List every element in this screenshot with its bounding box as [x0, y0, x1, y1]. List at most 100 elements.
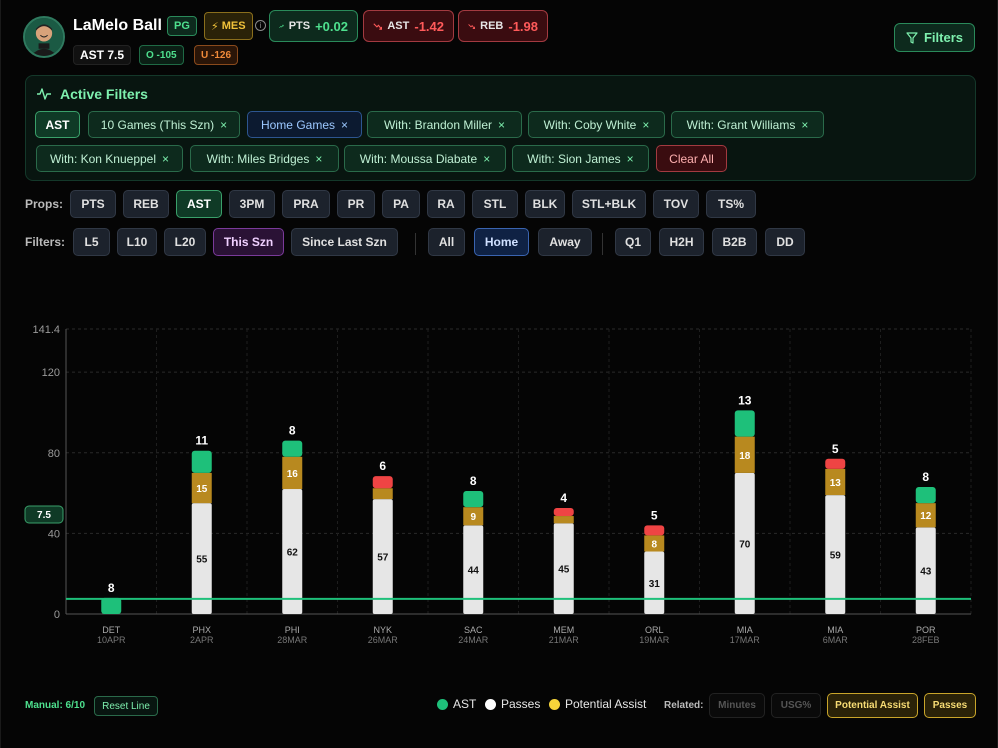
- bar-label-potential-assist: 15: [196, 484, 208, 495]
- filter-location-home[interactable]: Home: [474, 228, 529, 256]
- filter-chip-with-sion-james[interactable]: With: Sion James ×: [512, 145, 649, 172]
- filter-chip-with-kon-knueppel[interactable]: With: Kon Knueppel ×: [36, 145, 183, 172]
- prop-tab-ts[interactable]: TS%: [706, 190, 756, 218]
- mes-badge-label: MES: [221, 20, 246, 32]
- filter-range-l5[interactable]: L5: [73, 228, 110, 256]
- remove-filter-icon[interactable]: ×: [483, 152, 490, 166]
- prop-tab-stl-blk[interactable]: STL+BLK: [572, 190, 646, 218]
- related-potential-assist-button[interactable]: Potential Assist: [827, 693, 918, 718]
- trend-label: PTS: [288, 20, 311, 32]
- player-header: LaMelo Ball PG ⚡ MES i PTS +0.02 AST -1.…: [23, 10, 975, 66]
- prop-tab-pa[interactable]: PA: [382, 190, 420, 218]
- mes-badge[interactable]: ⚡ MES: [204, 12, 253, 40]
- legend-ast[interactable]: AST: [437, 697, 476, 711]
- x-tick-team: PHX: [192, 625, 211, 635]
- remove-filter-icon[interactable]: ×: [341, 118, 348, 132]
- prop-tab-ra[interactable]: RA: [427, 190, 465, 218]
- filter-chip-10-games-this-szn[interactable]: 10 Games (This Szn) ×: [88, 111, 240, 138]
- remove-filter-icon[interactable]: ×: [220, 118, 227, 132]
- bar-segment-ast: [463, 491, 484, 508]
- legend-label: AST: [453, 697, 477, 711]
- player-avatar[interactable]: [23, 16, 65, 58]
- x-tick-team: PHI: [285, 625, 300, 635]
- bar-label-passes: 31: [649, 579, 661, 590]
- prop-tab-tov[interactable]: TOV: [653, 190, 699, 218]
- filter-chip-label: With: Grant Williams: [686, 117, 796, 132]
- filter-situation-b2b[interactable]: B2B: [712, 228, 757, 256]
- x-tick-team: POR: [916, 625, 936, 635]
- filter-chip-with-miles-bridges[interactable]: With: Miles Bridges ×: [190, 145, 339, 172]
- under-odds[interactable]: U -126: [194, 45, 239, 65]
- filter-range-l10[interactable]: L10: [117, 228, 157, 256]
- bar-segment-ast: [101, 597, 122, 614]
- filter-chip-with-moussa-diabate[interactable]: With: Moussa Diabate ×: [344, 145, 506, 172]
- trend-reb[interactable]: REB -1.98: [458, 10, 548, 42]
- prop-tab-ast[interactable]: AST: [176, 190, 222, 218]
- filters-label: Filters:: [25, 235, 66, 249]
- x-tick-date: 19MAR: [639, 635, 670, 645]
- prop-tab-pts[interactable]: PTS: [70, 190, 116, 218]
- remove-filter-icon[interactable]: ×: [801, 118, 808, 132]
- filter-chip-label: With: Sion James: [527, 151, 621, 166]
- remove-filter-icon[interactable]: ×: [498, 118, 505, 132]
- legend-label: Passes: [501, 697, 541, 711]
- filters-divider: [415, 233, 416, 255]
- related-usg-button[interactable]: USG%: [771, 693, 821, 718]
- x-tick-team: ORL: [645, 625, 664, 635]
- legend-potential-assist[interactable]: Potential Assist: [549, 697, 646, 711]
- x-tick-team: DET: [102, 625, 121, 635]
- filter-chip-label: Home Games: [260, 117, 335, 132]
- bar-total-label: 8: [289, 424, 296, 438]
- bar-total-label: 8: [922, 470, 929, 484]
- related-label: Related:: [664, 700, 704, 711]
- filter-chip-with-coby-white[interactable]: With: Coby White ×: [528, 111, 665, 138]
- filter-range-since-last-szn[interactable]: Since Last Szn: [291, 228, 398, 256]
- bar-segment-ast: [734, 410, 755, 437]
- filter-chip-with-brandon-miller[interactable]: With: Brandon Miller ×: [367, 111, 522, 138]
- prop-line-badge-label: 7.5: [37, 510, 51, 521]
- info-icon[interactable]: i: [255, 20, 266, 31]
- filter-location-all[interactable]: All: [428, 228, 465, 256]
- clear-all-button[interactable]: Clear All: [656, 145, 727, 172]
- avatar-image: [25, 18, 63, 56]
- filters-button-label: Filters: [923, 30, 963, 45]
- prop-tab-3pm[interactable]: 3PM: [229, 190, 275, 218]
- filter-chip-with-grant-williams[interactable]: With: Grant Williams ×: [671, 111, 824, 138]
- prop-tab-reb[interactable]: REB: [123, 190, 169, 218]
- x-tick-team: NYK: [373, 625, 392, 635]
- trend-ast[interactable]: AST -1.42: [363, 10, 454, 42]
- trend-value: -1.42: [414, 18, 444, 34]
- filters-button[interactable]: Filters: [894, 23, 975, 52]
- filter-situation-h2h[interactable]: H2H: [659, 228, 704, 256]
- filter-situation-dd[interactable]: DD: [765, 228, 805, 256]
- over-odds[interactable]: O -105: [139, 45, 184, 65]
- filter-situation-q1[interactable]: Q1: [615, 228, 651, 256]
- bar-label-passes: 70: [739, 539, 751, 550]
- filter-range-l20[interactable]: L20: [164, 228, 206, 256]
- remove-filter-icon[interactable]: ×: [315, 152, 322, 166]
- trend-pts[interactable]: PTS +0.02: [269, 10, 358, 42]
- filter-chip-home-games[interactable]: Home Games ×: [247, 111, 362, 138]
- filter-range-this-szn[interactable]: This Szn: [213, 228, 284, 256]
- bar-label-passes: 45: [558, 565, 570, 576]
- prop-tab-pr[interactable]: PR: [337, 190, 375, 218]
- remove-filter-icon[interactable]: ×: [627, 152, 634, 166]
- active-filters-title: Active Filters: [36, 86, 148, 102]
- trend-label: REB: [480, 20, 504, 32]
- prop-tab-blk[interactable]: BLK: [525, 190, 565, 218]
- x-tick-team: MEM: [553, 625, 574, 635]
- remove-filter-icon[interactable]: ×: [642, 118, 649, 132]
- bar-segment-potential-assist: [553, 516, 574, 524]
- reset-line-button[interactable]: Reset Line: [94, 696, 158, 716]
- filter-location-away[interactable]: Away: [538, 228, 592, 256]
- filter-chip-label: With: Miles Bridges: [206, 151, 310, 166]
- related-minutes-button[interactable]: Minutes: [709, 693, 765, 718]
- filter-chip-ast[interactable]: AST: [35, 111, 80, 138]
- remove-filter-icon[interactable]: ×: [162, 152, 169, 166]
- prop-tab-stl[interactable]: STL: [472, 190, 518, 218]
- bar-segment-ast: [372, 476, 393, 489]
- prop-tab-pra[interactable]: PRA: [282, 190, 330, 218]
- related-passes-button[interactable]: Passes: [924, 693, 976, 718]
- legend-passes[interactable]: Passes: [485, 697, 540, 711]
- filter-chip-label: With: Kon Knueppel: [49, 151, 157, 166]
